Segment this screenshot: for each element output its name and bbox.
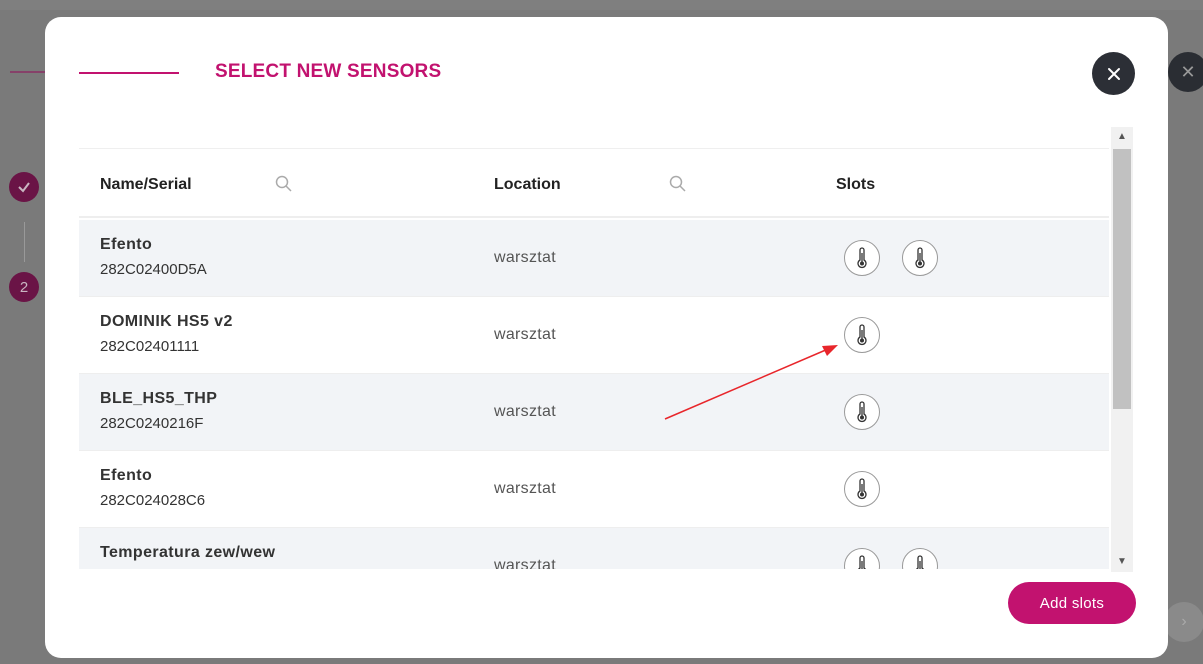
table-row[interactable]: Efento 282C02400D5A warsztat xyxy=(79,220,1109,297)
select-sensors-modal: SELECT NEW SENSORS Name/Serial Location … xyxy=(45,17,1168,658)
thermometer-slot-icon[interactable] xyxy=(844,394,880,430)
sensors-table: Name/Serial Location Slots Efento 282C024… xyxy=(79,148,1109,569)
sensor-name: BLE_HS5_THP xyxy=(100,390,218,407)
sensor-name: Efento xyxy=(100,236,153,253)
thermometer-slot-icon[interactable] xyxy=(844,240,880,276)
thermometer-slot-icon[interactable] xyxy=(844,317,880,353)
scroll-down-arrow-icon[interactable]: ▼ xyxy=(1111,552,1133,570)
column-header-slots: Slots xyxy=(836,176,876,193)
thermometer-slot-icon[interactable] xyxy=(902,548,938,569)
thermometer-slot-icon[interactable] xyxy=(844,471,880,507)
step-1-check-icon xyxy=(9,172,39,202)
sensor-serial: 282C02401111 xyxy=(100,338,200,355)
background-title-line xyxy=(10,71,50,73)
table-row[interactable]: DOMINIK HS5 v2 282C02401111 warsztat xyxy=(79,297,1109,374)
sensor-serial: 282C0240216F xyxy=(100,415,204,432)
step-2-indicator: 2 xyxy=(9,272,39,302)
sensor-name: Efento xyxy=(100,467,153,484)
background-close-icon: ✕ xyxy=(1168,52,1203,92)
close-icon xyxy=(1107,67,1120,80)
table-row[interactable]: BLE_HS5_THP 282C0240216F warsztat xyxy=(79,374,1109,451)
step-connector xyxy=(24,222,25,262)
table-header: Name/Serial Location Slots xyxy=(79,148,1109,218)
sensor-location: warsztat xyxy=(494,326,556,343)
thermometer-slot-icon[interactable] xyxy=(844,548,880,569)
sensor-name: DOMINIK HS5 v2 xyxy=(100,313,233,330)
sensor-location: warsztat xyxy=(494,557,556,569)
scrollbar-thumb[interactable] xyxy=(1113,149,1131,409)
thermometer-slot-icon[interactable] xyxy=(902,240,938,276)
scroll-up-arrow-icon[interactable]: ▲ xyxy=(1111,127,1133,145)
table-row[interactable]: Efento 282C024028C6 warsztat xyxy=(79,451,1109,528)
sensor-name: Temperatura zew/wew xyxy=(100,544,276,561)
close-button[interactable] xyxy=(1092,52,1135,95)
sensor-serial: 282C024028C6 xyxy=(100,492,206,509)
add-slots-button[interactable]: Add slots xyxy=(1008,582,1136,624)
title-decoration-line xyxy=(79,72,179,74)
column-header-name-serial[interactable]: Name/Serial xyxy=(100,176,192,194)
background-next-button: › xyxy=(1164,602,1203,642)
column-header-location[interactable]: Location xyxy=(494,176,561,194)
search-icon[interactable] xyxy=(275,175,293,193)
modal-title: SELECT NEW SENSORS xyxy=(215,61,442,82)
sensor-location: warsztat xyxy=(494,480,556,497)
sensor-location: warsztat xyxy=(494,403,556,420)
sensor-serial: 282C02400D5A xyxy=(100,261,207,278)
search-icon[interactable] xyxy=(669,175,687,193)
table-row[interactable]: Temperatura zew/wew warsztat xyxy=(79,528,1109,569)
sensor-location: warsztat xyxy=(494,249,556,266)
